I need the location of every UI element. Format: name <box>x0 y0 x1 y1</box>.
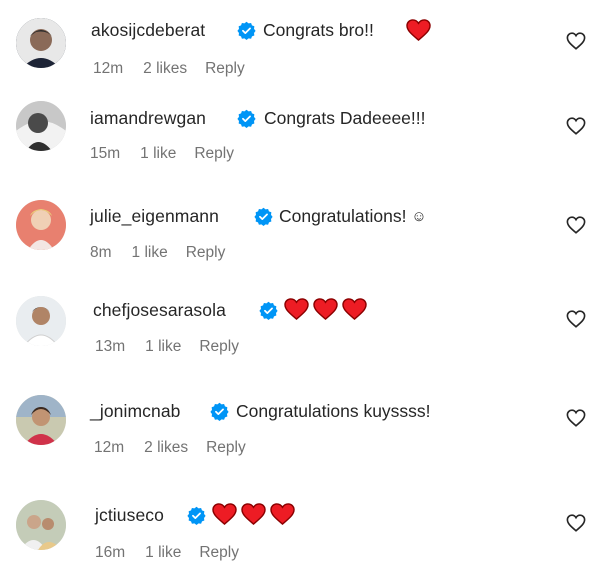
verified-badge-icon <box>254 207 273 226</box>
comment-username[interactable]: iamandrewgan <box>90 108 206 129</box>
comment-item: iamandrewgan Congrats Dadeeee!!! 15m 1 l… <box>0 97 600 177</box>
comment-username[interactable]: jctiuseco <box>95 505 164 526</box>
reply-button[interactable]: Reply <box>199 544 239 562</box>
heart-outline-icon[interactable] <box>566 514 586 532</box>
verified-badge-icon <box>237 109 256 128</box>
emoji-group <box>406 19 431 43</box>
comment-item: julie_eigenmann Congratulations! ☺ 8m 1 … <box>0 196 600 276</box>
comment-text: Congratulations kuyssss! <box>236 401 431 421</box>
reply-button[interactable]: Reply <box>194 145 234 163</box>
comment-time: 8m <box>90 244 112 261</box>
heart-outline-icon[interactable] <box>566 32 586 50</box>
emoji-group <box>212 503 295 527</box>
reply-button[interactable]: Reply <box>199 338 239 356</box>
red-heart-emoji <box>212 503 237 527</box>
comment-likes[interactable]: 1 like <box>145 338 181 356</box>
comment-text: Congrats Dadeeee!!! <box>264 108 426 128</box>
comment-time: 12m <box>94 439 125 456</box>
heart-outline-icon[interactable] <box>566 117 586 135</box>
verified-badge-icon <box>259 301 278 320</box>
reply-button[interactable]: Reply <box>186 244 226 262</box>
red-heart-emoji <box>406 19 431 43</box>
red-heart-emoji <box>313 298 338 322</box>
comment-item: _jonimcnab Congratulations kuyssss! 12m … <box>0 391 600 471</box>
reply-button[interactable]: Reply <box>206 439 246 457</box>
comment-item: jctiuseco 16m 1 like Reply <box>0 495 600 575</box>
comment-username[interactable]: julie_eigenmann <box>90 206 219 227</box>
comment-likes[interactable]: 1 like <box>145 544 181 562</box>
verified-badge-icon <box>237 21 256 40</box>
avatar[interactable] <box>16 200 66 250</box>
comment-username[interactable]: _jonimcnab <box>90 401 181 422</box>
comment-time: 16m <box>95 544 126 561</box>
comment-likes[interactable]: 2 likes <box>144 439 188 457</box>
comment-text: Congrats bro!! <box>263 20 374 40</box>
comment-text-body: Congratulations! <box>279 206 407 226</box>
comment-time: 15m <box>90 145 121 162</box>
verified-badge-icon <box>187 506 206 525</box>
comment-meta: 12m 2 likes Reply <box>93 60 245 78</box>
comment-username[interactable]: akosijcdeberat <box>91 20 205 41</box>
heart-outline-icon[interactable] <box>566 409 586 427</box>
comment-meta: 15m 1 like Reply <box>90 145 234 163</box>
reply-button[interactable]: Reply <box>205 60 245 78</box>
comment-time: 13m <box>95 338 126 355</box>
avatar[interactable] <box>16 296 66 346</box>
avatar[interactable] <box>16 395 66 445</box>
heart-outline-icon[interactable] <box>566 310 586 328</box>
heart-outline-icon[interactable] <box>566 216 586 234</box>
avatar[interactable] <box>16 101 66 151</box>
avatar[interactable] <box>16 18 66 68</box>
comment-meta: 12m 2 likes Reply <box>94 439 246 457</box>
comment-time: 12m <box>93 60 124 77</box>
smiling-face-emoji: ☺ <box>411 208 427 225</box>
red-heart-emoji <box>342 298 367 322</box>
comment-meta: 16m 1 like Reply <box>95 544 239 562</box>
comment-meta: 13m 1 like Reply <box>95 338 239 356</box>
comment-item: akosijcdeberat Congrats bro!! 12m 2 like… <box>0 10 600 90</box>
red-heart-emoji <box>241 503 266 527</box>
red-heart-emoji <box>284 298 309 322</box>
comment-item: chefjosesarasola 13m 1 like Reply <box>0 290 600 370</box>
comment-meta: 8m 1 like Reply <box>90 244 225 262</box>
verified-badge-icon <box>210 402 229 421</box>
avatar[interactable] <box>16 500 66 550</box>
comment-likes[interactable]: 1 like <box>140 145 176 163</box>
comment-text: Congratulations! ☺ <box>279 206 427 227</box>
comment-likes[interactable]: 1 like <box>132 244 168 262</box>
comment-username[interactable]: chefjosesarasola <box>93 300 226 321</box>
red-heart-emoji <box>270 503 295 527</box>
comment-likes[interactable]: 2 likes <box>143 60 187 78</box>
emoji-group <box>284 298 367 322</box>
